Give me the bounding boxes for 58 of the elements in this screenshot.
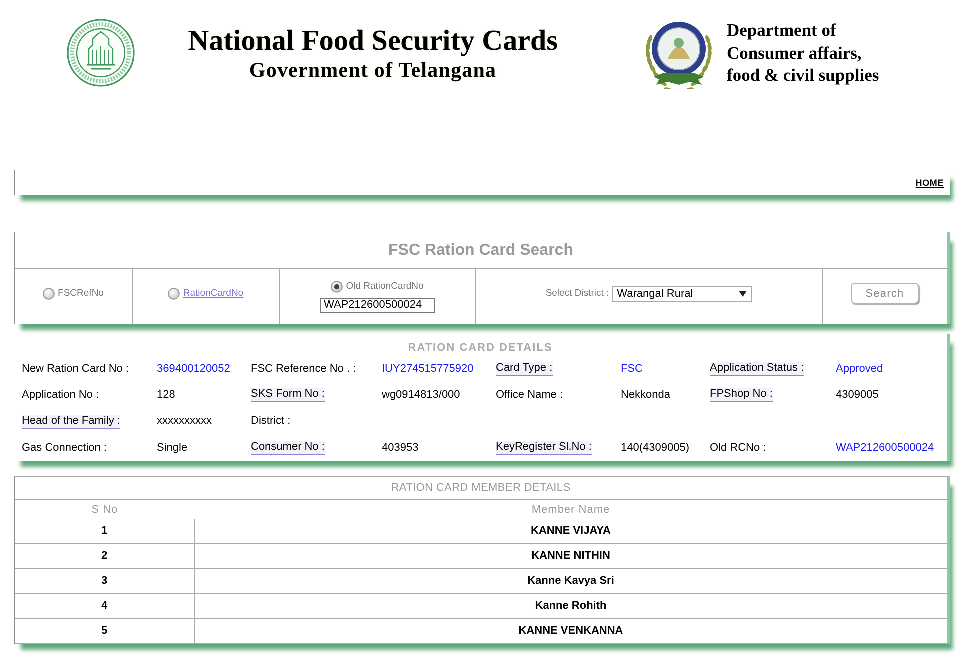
table-cell-text: KANNE VENKANNA [518, 624, 624, 640]
home-link[interactable]: HOME [916, 178, 944, 188]
field-label: Gas Connection : [22, 442, 107, 455]
field-label: Head of the Family : [22, 414, 120, 429]
field-value: 128 [157, 388, 176, 402]
field-label: SKS Form No : [251, 388, 325, 402]
field-label: FSC Reference No . : [251, 362, 356, 376]
field-label: Office Name : [496, 388, 564, 402]
field-value: 140(4309005) [621, 442, 690, 455]
field-value: IUY274515775920 [382, 362, 474, 376]
field-value: wg0914813/000 [382, 388, 460, 402]
field-label: FPShop No : [710, 388, 773, 402]
table-cell: 5 [15, 619, 195, 644]
field-value: WAP212600500024 [836, 442, 934, 455]
field-value: Single [157, 442, 188, 455]
radio-button[interactable] [331, 280, 344, 292]
field-label: Application Status : [710, 362, 804, 376]
column-header: Member Name [532, 504, 610, 516]
panel-title: FSC Ration Card Search [388, 242, 574, 260]
table-cell: 1 [15, 519, 195, 544]
field-value: 4309005 [836, 388, 879, 402]
table-cell-text: KANNE VIJAYA [530, 524, 612, 540]
radio-label: FSCRefNo [58, 288, 104, 299]
table-title: RATION CARD MEMBER DETAILS [391, 482, 571, 494]
field-value: xxxxxxxxxx [157, 415, 212, 428]
section-heading: RATION CARD DETAILS [408, 342, 553, 355]
seal-logo [67, 19, 135, 87]
ration-card-no-link[interactable]: RationCardNo [183, 288, 244, 299]
field-label: Consumer No : [251, 441, 325, 456]
district-select[interactable]: Warangal Rural [612, 286, 752, 302]
field-label: Old RCNo : [710, 442, 766, 455]
table-cell: 2 [15, 544, 195, 568]
table-cell: 4 [15, 594, 195, 618]
field-value: Approved [836, 362, 884, 376]
field-value: Nekkonda [621, 388, 671, 402]
table-cell-text: Kanne Rohith [534, 599, 608, 614]
radio-button[interactable] [168, 288, 180, 300]
field-label: Application No : [22, 388, 100, 402]
table-cell-text: Kanne Kavya Sri [526, 574, 616, 590]
field-label: District : [251, 415, 291, 428]
search-button[interactable]: Search [851, 283, 919, 304]
field-value: 403953 [382, 442, 419, 455]
field-label: New Ration Card No : [22, 362, 129, 376]
radio-button[interactable] [43, 288, 56, 300]
ration-card-input[interactable]: WAP212600500024 [320, 298, 435, 312]
radio-label: Old RationCardNo [346, 281, 424, 292]
field-value: FSC [621, 362, 643, 376]
caret-icon [739, 290, 748, 296]
department-name: Department of Consumer affairs, food & civil supplies [727, 19, 880, 86]
district-label: Select District : [546, 288, 610, 299]
table-cell-text: KANNE NITHIN [530, 549, 612, 564]
field-label: Card Type : [496, 362, 553, 376]
field-label: KeyRegister Sl.No : [496, 441, 592, 456]
site-subtitle: Government of Telangana [249, 58, 497, 82]
site-title: National Food Security Cards [188, 24, 558, 58]
field-value: 369400120052 [157, 362, 230, 376]
table-cell: 3 [15, 569, 195, 594]
column-header: S No [92, 504, 118, 516]
